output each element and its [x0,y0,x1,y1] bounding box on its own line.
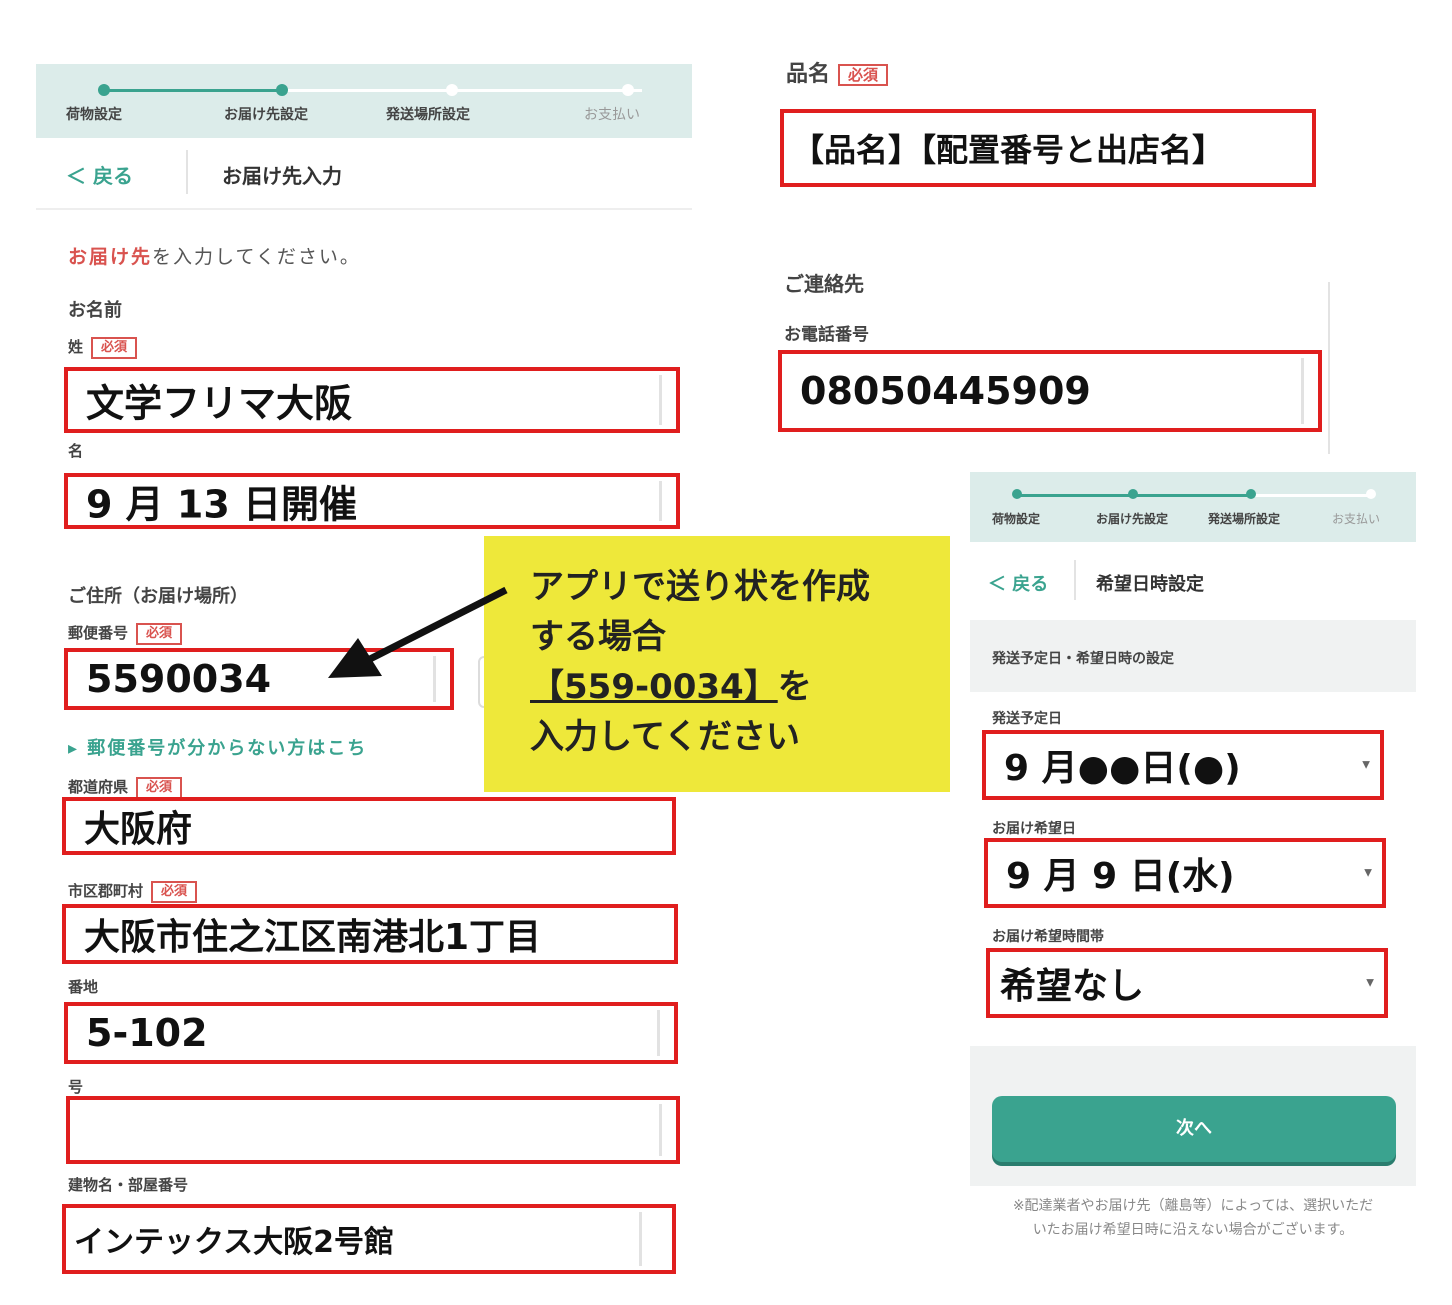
banchi-field[interactable]: 5-102 [64,1002,678,1064]
step-label-2: お届け先設定 [224,107,308,123]
callout-line-3-rest: を [777,667,812,707]
page-title: お届け先入力 [222,164,342,188]
prompt-text: を入力してください。 [152,246,361,268]
back-link[interactable]: ＜ 戻る [66,160,133,189]
address-section-title: ご住所（お届け場所） [68,586,248,607]
first-name-field[interactable]: 9 月 13 日開催 [64,473,680,529]
postal-label: 郵便番号 必須 [68,622,183,645]
last-name-label-text: 姓 [68,338,84,356]
first-name-value: 9 月 13 日開催 [86,482,358,527]
step-label-4: お支払い [584,107,640,123]
last-name-label: 姓必須 [68,336,138,359]
postal-code-value: 5590034 [86,657,272,701]
phone-label: お電話番号 [784,325,869,345]
prefecture-value: 大阪府 [84,809,193,850]
go-field[interactable] [66,1096,680,1164]
contact-section-title: ご連絡先 [784,272,864,296]
delivery-time-select[interactable]: 希望なし ▼ [986,948,1388,1018]
item-name-field[interactable]: 【品名】【配置番号と出店名】 [780,109,1316,187]
name-section-title: お名前 [68,300,122,321]
ship-date-value: 9 月●●日(●) [1004,748,1241,789]
required-badge: 必須 [91,336,138,359]
ship-date-select[interactable]: 9 月●●日(●) ▼ [982,730,1384,800]
page-title: 希望日時設定 [1096,574,1204,595]
right-stepper: 荷物設定 お届け先設定 発送場所設定 お支払い [970,472,1416,542]
callout-line-4: 入力してください [530,717,800,757]
building-field[interactable]: インテックス大阪2号館 [62,1204,676,1274]
footnote-line-1: ※配達業者やお届け先（離島等）によっては、選択いただ [1012,1198,1374,1214]
item-name-label: 品名 必須 [786,56,889,88]
required-badge: 必須 [136,776,183,799]
banchi-value: 5-102 [86,1011,208,1055]
required-badge: 必須 [838,64,889,86]
postal-label-text: 郵便番号 [68,624,129,642]
chevron-down-icon: ▼ [1366,977,1374,989]
prefecture-label: 都道府県 必須 [68,776,183,799]
step-label-2: お届け先設定 [1096,512,1169,526]
step-dot-1 [98,84,110,96]
step-label-4: お支払い [1332,512,1381,526]
postal-help-link[interactable]: ▸ 郵便番号が分からない方はこち [68,734,488,760]
next-button[interactable]: 次へ [992,1096,1396,1162]
step-dot-4 [1366,489,1376,499]
delivery-footnote: ※配達業者やお届け先（離島等）によっては、選択いただ いたお届け希望日時に沿えな… [970,1194,1416,1242]
prefecture-field[interactable]: 大阪府 [62,797,676,855]
last-name-field[interactable]: 文学フリマ大阪 [64,367,680,433]
step-label-3: 発送場所設定 [386,107,470,123]
go-label: 号 [68,1078,84,1096]
step-label-1: 荷物設定 [66,107,122,123]
building-value: インテックス大阪2号館 [74,1225,394,1260]
callout-line-3: 【559-0034】を [530,662,870,712]
step-label-3: 発送場所設定 [1208,512,1281,526]
city-label: 市区郡町村 必須 [68,880,198,903]
step-dot-2 [1128,489,1138,499]
instruction-callout: アプリで送り状を作成 する場合 【559-0034】を 入力してください [484,536,950,792]
building-label: 建物名・部屋番号 [68,1176,189,1194]
callout-line-2: する場合 [530,617,666,657]
delivery-date-label: お届け希望日 [992,821,1076,837]
header-divider [186,150,188,194]
callout-arrow [328,586,508,678]
prompt-highlight: お届け先 [68,246,153,268]
back-link[interactable]: ＜ 戻る [988,570,1048,596]
first-name-label: 名 [68,442,84,460]
callout-postal-code: 【559-0034】 [530,667,778,707]
required-badge: 必須 [151,880,198,903]
step-dot-3 [446,84,458,96]
chevron-down-icon: ▼ [1364,867,1372,879]
phone-value: 08050445909 [800,369,1091,413]
city-label-text: 市区郡町村 [68,882,144,900]
step-dot-3 [1246,489,1256,499]
left-stepper: 荷物設定 お届け先設定 発送場所設定 お支払い [36,64,692,138]
form-prompt: お届け先を入力してください。 [68,242,361,269]
delivery-date-select[interactable]: 9 月 9 日(水) ▼ [984,838,1386,908]
banchi-label: 番地 [68,978,99,996]
required-badge: 必須 [136,622,183,645]
step-dot-2 [276,84,288,96]
callout-line-1: アプリで送り状を作成 [530,567,870,607]
delivery-date-value: 9 月 9 日(水) [1006,856,1235,897]
schedule-section-title: 発送予定日・希望日時の設定 [992,651,1174,667]
header-divider [1074,560,1076,600]
ship-date-label: 発送予定日 [992,711,1062,727]
item-name-value: 【品名】【配置番号と出店名】 [792,131,1225,169]
delivery-time-label: お届け希望時間帯 [992,929,1104,945]
item-name-label-text: 品名 [786,62,831,87]
step-label-1: 荷物設定 [992,512,1041,526]
step-dot-1 [1012,489,1022,499]
footnote-line-2: いたお届け希望日時に沿えない場合がございます。 [1032,1222,1354,1238]
prefecture-label-text: 都道府県 [68,778,129,796]
header-underline [36,208,692,210]
chevron-down-icon: ▼ [1362,759,1370,771]
city-field[interactable]: 大阪市住之江区南港北1丁目 [62,904,678,964]
schedule-section-header: 発送予定日・希望日時の設定 [970,620,1416,692]
step-dot-4 [622,84,634,96]
city-value: 大阪市住之江区南港北1丁目 [84,917,542,958]
contact-divider [1328,282,1330,454]
last-name-value: 文学フリマ大阪 [86,381,353,426]
delivery-time-value: 希望なし [1000,966,1145,1007]
phone-field[interactable]: 08050445909 [778,350,1322,432]
